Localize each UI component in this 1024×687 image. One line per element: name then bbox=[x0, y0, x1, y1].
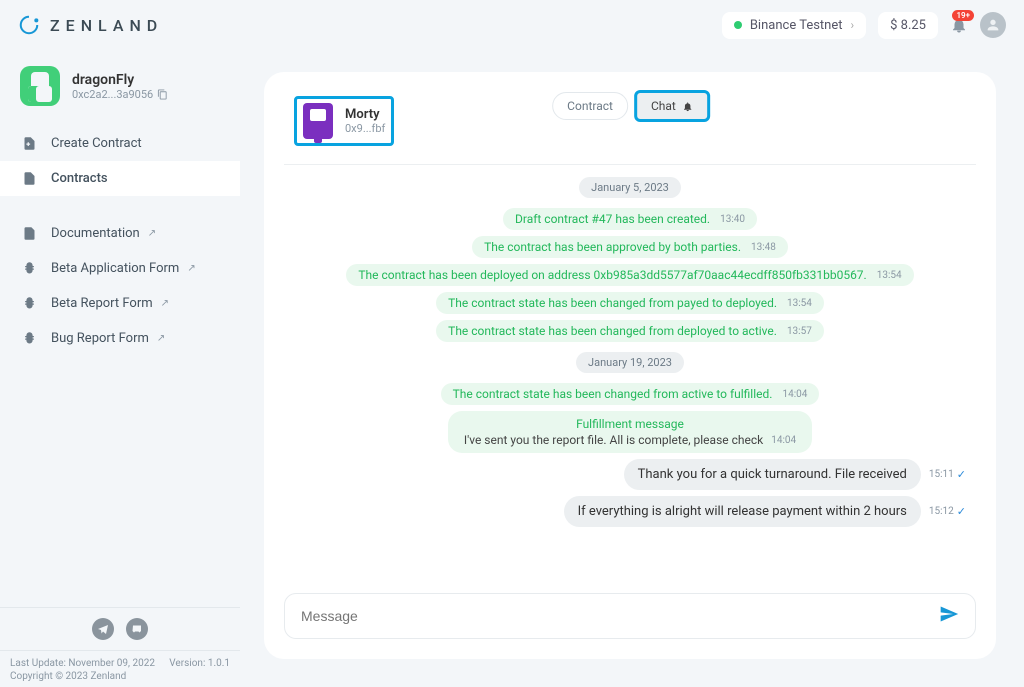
nav-label: Beta Report Form bbox=[51, 296, 153, 311]
message-input[interactable] bbox=[301, 608, 939, 624]
sent-message-row: Thank you for a quick turnaround. File r… bbox=[294, 459, 966, 490]
user-address: 0xc2a2...3a9056 bbox=[72, 88, 168, 101]
app-header: ZENLAND Binance Testnet › $ 8.25 19+ bbox=[0, 0, 1024, 50]
file-icon bbox=[22, 171, 37, 186]
zenland-logo-icon bbox=[18, 14, 40, 36]
status-dot-icon bbox=[734, 21, 742, 29]
nav-label: Documentation bbox=[51, 226, 140, 241]
user-avatar-icon bbox=[20, 66, 60, 106]
external-link-icon: ↗ bbox=[157, 333, 165, 344]
message-time: 15:11 ✓ bbox=[929, 468, 966, 481]
copyright: Copyright © 2023 Zenland bbox=[10, 671, 126, 682]
tab-contract[interactable]: Contract bbox=[552, 92, 628, 120]
system-message: The contract state has been changed from… bbox=[441, 383, 820, 405]
system-message: The contract has been deployed on addres… bbox=[346, 264, 913, 286]
chevron-right-icon: › bbox=[851, 18, 855, 32]
bell-icon bbox=[682, 101, 693, 112]
party-avatar-icon bbox=[303, 103, 333, 139]
nav-label: Contracts bbox=[51, 171, 108, 186]
chat-log: January 5, 2023 Draft contract #47 has b… bbox=[264, 165, 996, 587]
party-name: Morty bbox=[345, 107, 385, 122]
sidebar-footer: Last Update: November 09, 2022 Version: … bbox=[0, 607, 240, 687]
network-name: Binance Testnet bbox=[750, 18, 843, 33]
profile-button[interactable] bbox=[980, 12, 1006, 38]
fulfillment-body: I've sent you the report file. All is co… bbox=[464, 433, 763, 447]
nav-create-contract[interactable]: Create Contract bbox=[0, 126, 240, 161]
file-plus-icon bbox=[22, 136, 37, 151]
message-time: 15:12 ✓ bbox=[929, 505, 966, 518]
nav-beta-report[interactable]: Beta Report Form ↗ bbox=[0, 286, 240, 321]
nav: Create Contract Contracts Documentation … bbox=[0, 126, 240, 356]
nav-beta-application[interactable]: Beta Application Form ↗ bbox=[0, 251, 240, 286]
bug-icon bbox=[22, 331, 37, 346]
tabs: Contract Chat bbox=[552, 92, 708, 120]
system-message: The contract has been approved by both p… bbox=[472, 236, 788, 258]
nav-label: Bug Report Form bbox=[51, 331, 149, 346]
external-link-icon: ↗ bbox=[148, 228, 156, 239]
user-icon bbox=[985, 17, 1001, 33]
sidebar: dragonFly 0xc2a2...3a9056 Create Contrac… bbox=[0, 50, 240, 687]
discord-icon bbox=[131, 623, 143, 635]
check-icon: ✓ bbox=[957, 468, 966, 481]
system-message: The contract state has been changed from… bbox=[436, 292, 824, 314]
external-link-icon: ↗ bbox=[187, 263, 195, 274]
balance-value: $ 8.25 bbox=[890, 18, 926, 33]
fulfillment-message: Fulfillment message I've sent you the re… bbox=[448, 411, 812, 453]
nav-label: Beta Application Form bbox=[51, 261, 179, 276]
nav-documentation[interactable]: Documentation ↗ bbox=[0, 216, 240, 251]
chat-party[interactable]: Morty 0x9...fbf bbox=[294, 96, 394, 146]
tab-chat-label: Chat bbox=[651, 99, 676, 113]
nav-contracts[interactable]: Contracts bbox=[0, 161, 240, 196]
message-composer bbox=[284, 593, 976, 639]
send-icon bbox=[939, 604, 959, 624]
balance-pill[interactable]: $ 8.25 bbox=[878, 12, 938, 39]
system-message: Draft contract #47 has been created. 13:… bbox=[503, 208, 757, 230]
bug-icon bbox=[22, 261, 37, 276]
sent-message-row: If everything is alright will release pa… bbox=[294, 496, 966, 527]
sent-message: If everything is alright will release pa… bbox=[564, 496, 921, 527]
sent-message: Thank you for a quick turnaround. File r… bbox=[624, 459, 921, 490]
tab-chat[interactable]: Chat bbox=[636, 92, 708, 120]
copy-icon[interactable] bbox=[157, 89, 168, 100]
main-panel: Contract Chat Morty 0x9...fbf January 5,… bbox=[264, 72, 996, 659]
notifications-button[interactable]: 19+ bbox=[950, 16, 968, 34]
party-address: 0x9...fbf bbox=[345, 122, 385, 135]
header-right: Binance Testnet › $ 8.25 19+ bbox=[722, 12, 1006, 39]
discord-link[interactable] bbox=[126, 618, 148, 640]
date-separator: January 5, 2023 bbox=[579, 177, 681, 198]
nav-label: Create Contract bbox=[51, 136, 142, 151]
current-user[interactable]: dragonFly 0xc2a2...3a9056 bbox=[0, 50, 240, 120]
social-links bbox=[0, 608, 240, 651]
external-link-icon: ↗ bbox=[161, 298, 169, 309]
user-name: dragonFly bbox=[72, 72, 168, 88]
network-selector[interactable]: Binance Testnet › bbox=[722, 12, 866, 39]
system-message: The contract state has been changed from… bbox=[436, 320, 824, 342]
brand-name: ZENLAND bbox=[50, 16, 163, 35]
telegram-link[interactable] bbox=[92, 618, 114, 640]
brand: ZENLAND bbox=[18, 14, 163, 36]
fulfillment-title: Fulfillment message bbox=[576, 417, 684, 431]
doc-icon bbox=[22, 226, 37, 241]
notif-badge: 19+ bbox=[952, 10, 974, 21]
telegram-icon bbox=[97, 623, 109, 635]
send-button[interactable] bbox=[939, 604, 959, 628]
date-separator: January 19, 2023 bbox=[576, 352, 684, 373]
nav-bug-report[interactable]: Bug Report Form ↗ bbox=[0, 321, 240, 356]
check-icon: ✓ bbox=[957, 505, 966, 518]
bug-icon bbox=[22, 296, 37, 311]
main-header: Contract Chat Morty 0x9...fbf bbox=[264, 72, 996, 156]
